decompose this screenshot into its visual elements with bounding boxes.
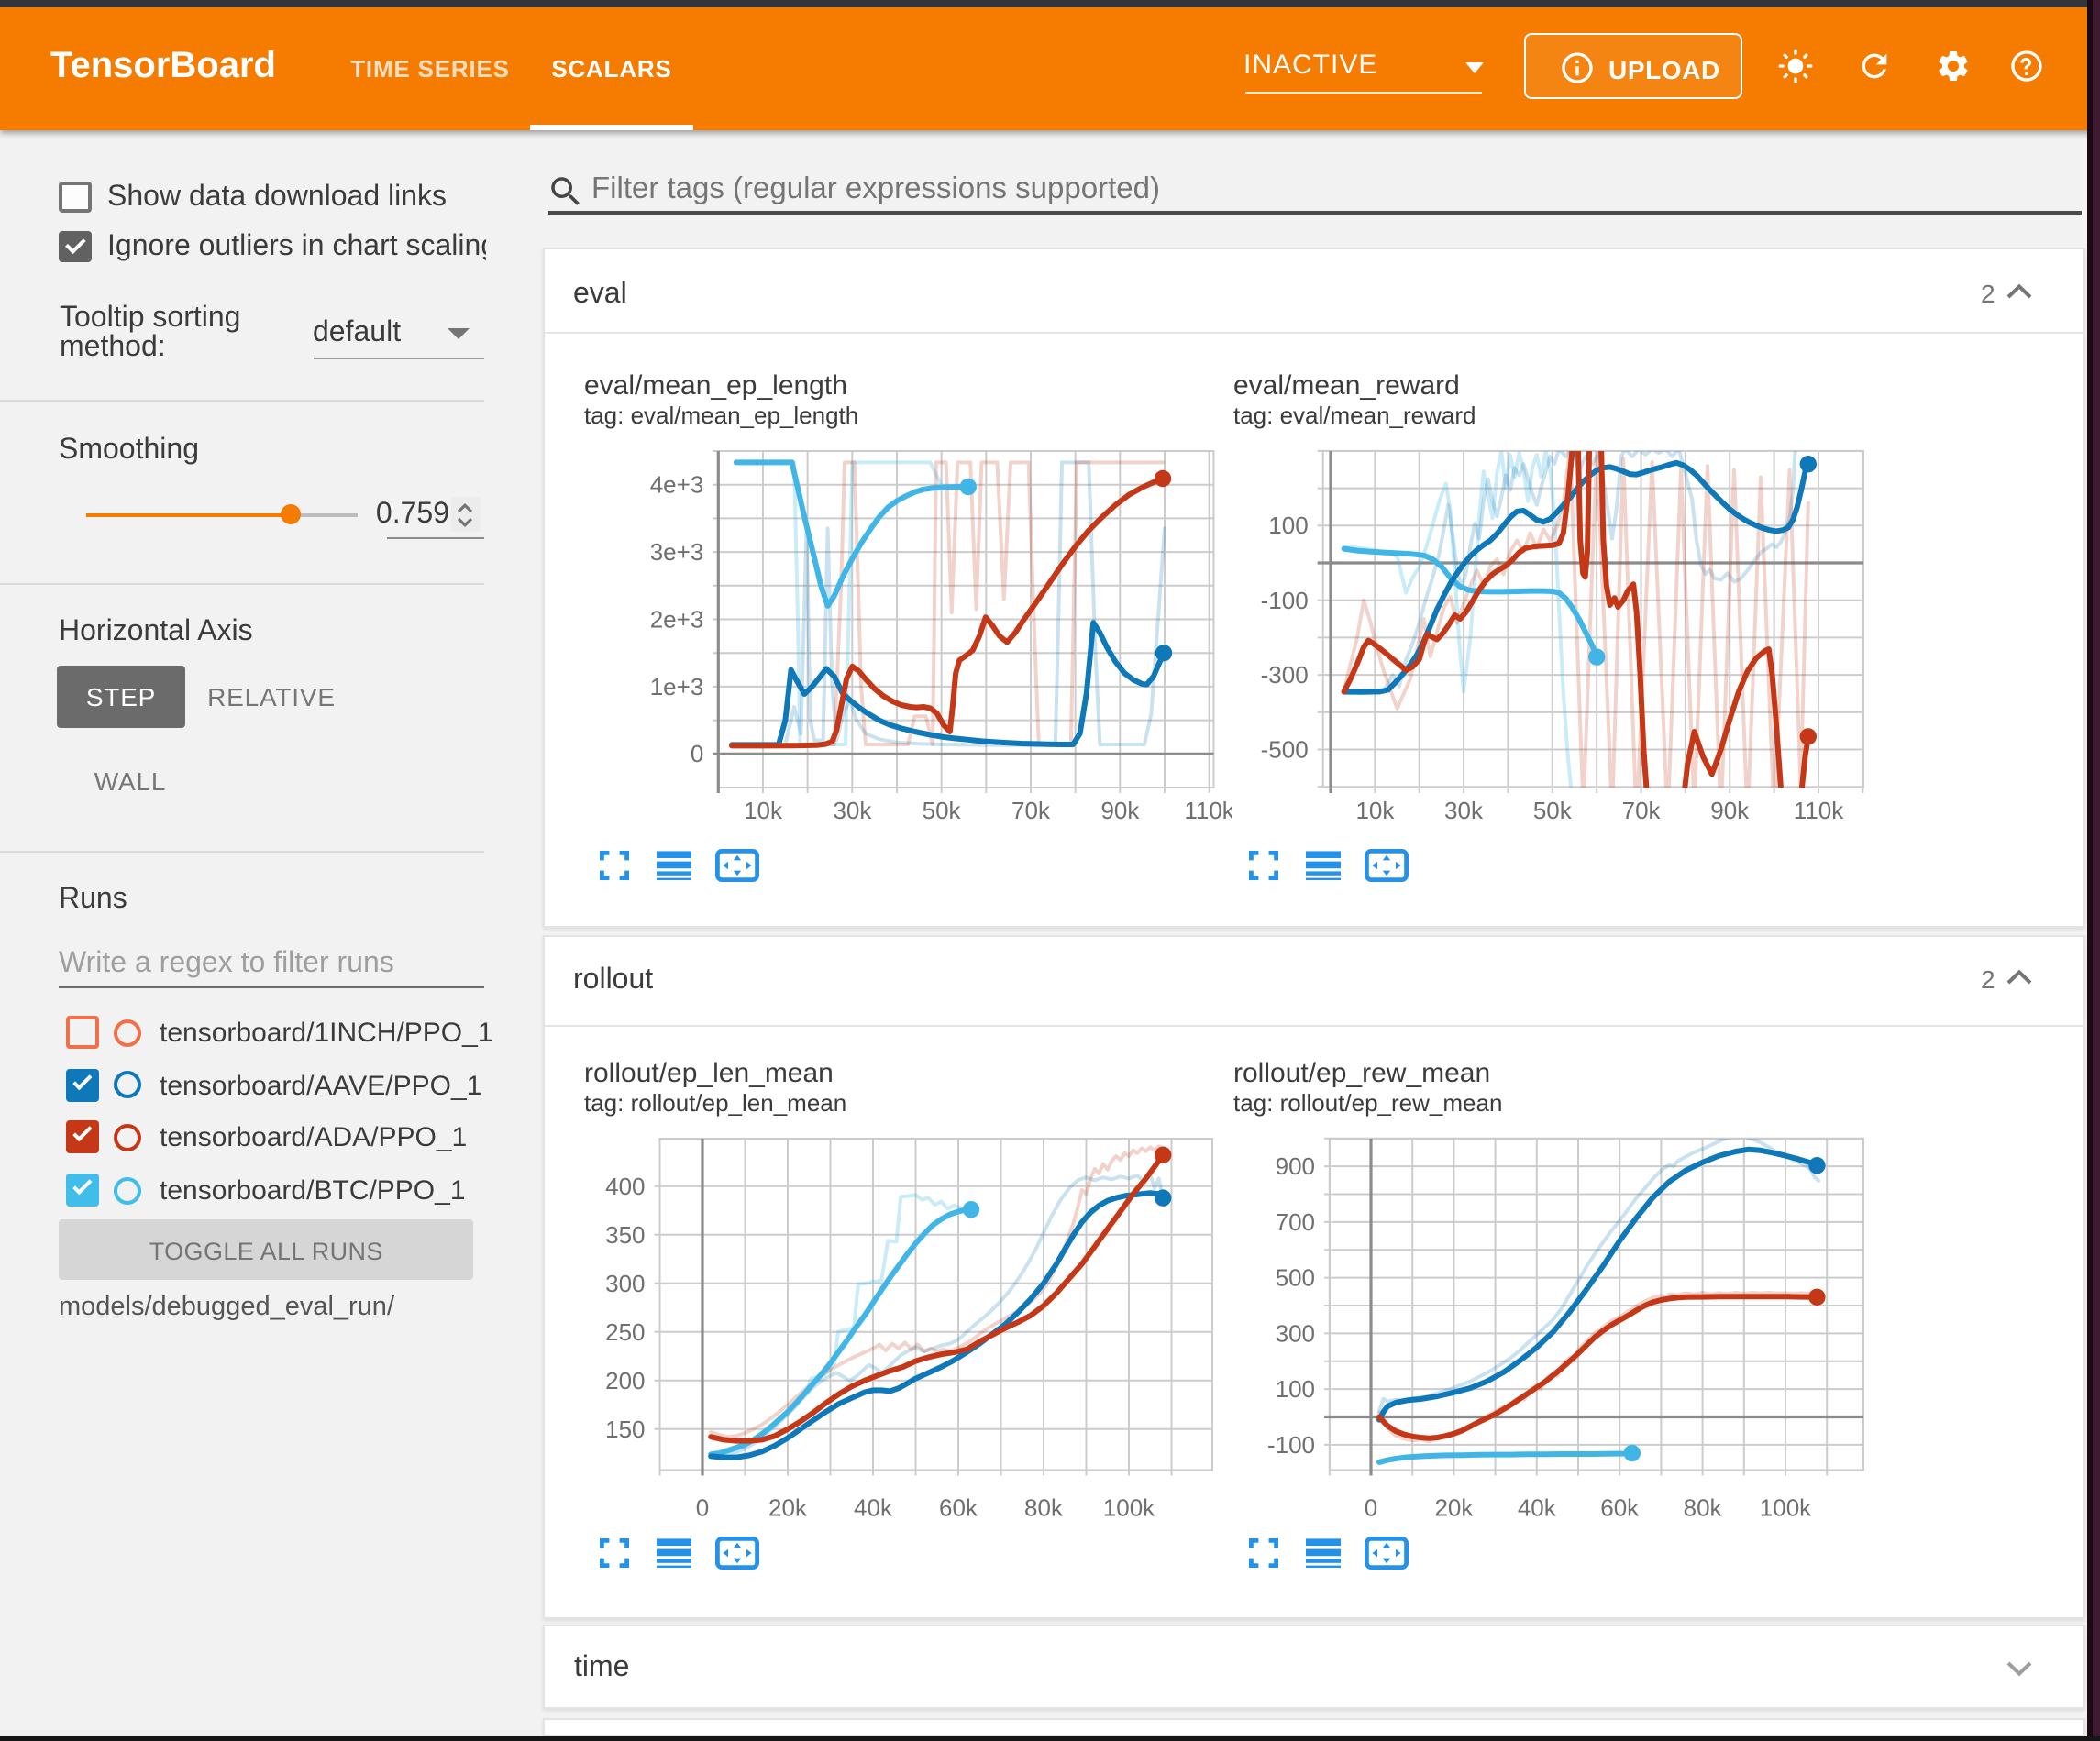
svg-text:2e+3: 2e+3 [650, 605, 704, 633]
svg-text:10k: 10k [1355, 797, 1395, 824]
svg-text:200: 200 [605, 1367, 645, 1394]
svg-text:150: 150 [605, 1416, 645, 1443]
svg-text:-100: -100 [1267, 1431, 1315, 1459]
svg-text:0: 0 [1365, 1494, 1377, 1522]
svg-text:70k: 70k [1622, 797, 1662, 824]
svg-text:80k: 80k [1024, 1494, 1064, 1522]
svg-text:300: 300 [1276, 1319, 1315, 1347]
svg-text:1e+3: 1e+3 [650, 673, 704, 700]
svg-text:30k: 30k [1444, 797, 1484, 824]
svg-text:250: 250 [605, 1318, 645, 1346]
svg-text:40k: 40k [1518, 1494, 1557, 1522]
svg-text:90k: 90k [1710, 797, 1750, 824]
svg-text:700: 700 [1276, 1208, 1315, 1236]
svg-text:-300: -300 [1261, 661, 1309, 689]
svg-text:-500: -500 [1261, 736, 1309, 764]
svg-text:110k: 110k [1794, 797, 1844, 824]
svg-text:20k: 20k [1434, 1494, 1474, 1522]
svg-text:50k: 50k [1533, 797, 1573, 824]
svg-text:300: 300 [605, 1270, 645, 1297]
svg-text:30k: 30k [833, 797, 872, 824]
svg-text:100k: 100k [1760, 1494, 1812, 1522]
svg-text:3e+3: 3e+3 [650, 538, 704, 566]
svg-text:350: 350 [605, 1221, 645, 1249]
svg-text:10k: 10k [744, 797, 783, 824]
svg-text:0: 0 [691, 740, 703, 767]
svg-text:60k: 60k [1600, 1494, 1640, 1522]
svg-text:4e+3: 4e+3 [650, 471, 704, 499]
svg-text:100: 100 [1268, 512, 1308, 539]
svg-text:-100: -100 [1261, 587, 1309, 614]
svg-text:70k: 70k [1011, 797, 1051, 824]
svg-text:0: 0 [696, 1494, 709, 1522]
svg-text:90k: 90k [1100, 797, 1140, 824]
svg-text:500: 500 [1276, 1264, 1315, 1292]
svg-text:110k: 110k [1184, 797, 1232, 824]
svg-text:80k: 80k [1684, 1494, 1723, 1522]
svg-text:900: 900 [1276, 1152, 1315, 1180]
svg-text:40k: 40k [854, 1494, 893, 1522]
svg-text:50k: 50k [923, 797, 962, 824]
svg-text:20k: 20k [768, 1494, 808, 1522]
svg-text:100k: 100k [1103, 1494, 1155, 1522]
svg-text:60k: 60k [939, 1494, 978, 1522]
svg-text:400: 400 [605, 1173, 645, 1200]
svg-text:100: 100 [1276, 1375, 1315, 1403]
